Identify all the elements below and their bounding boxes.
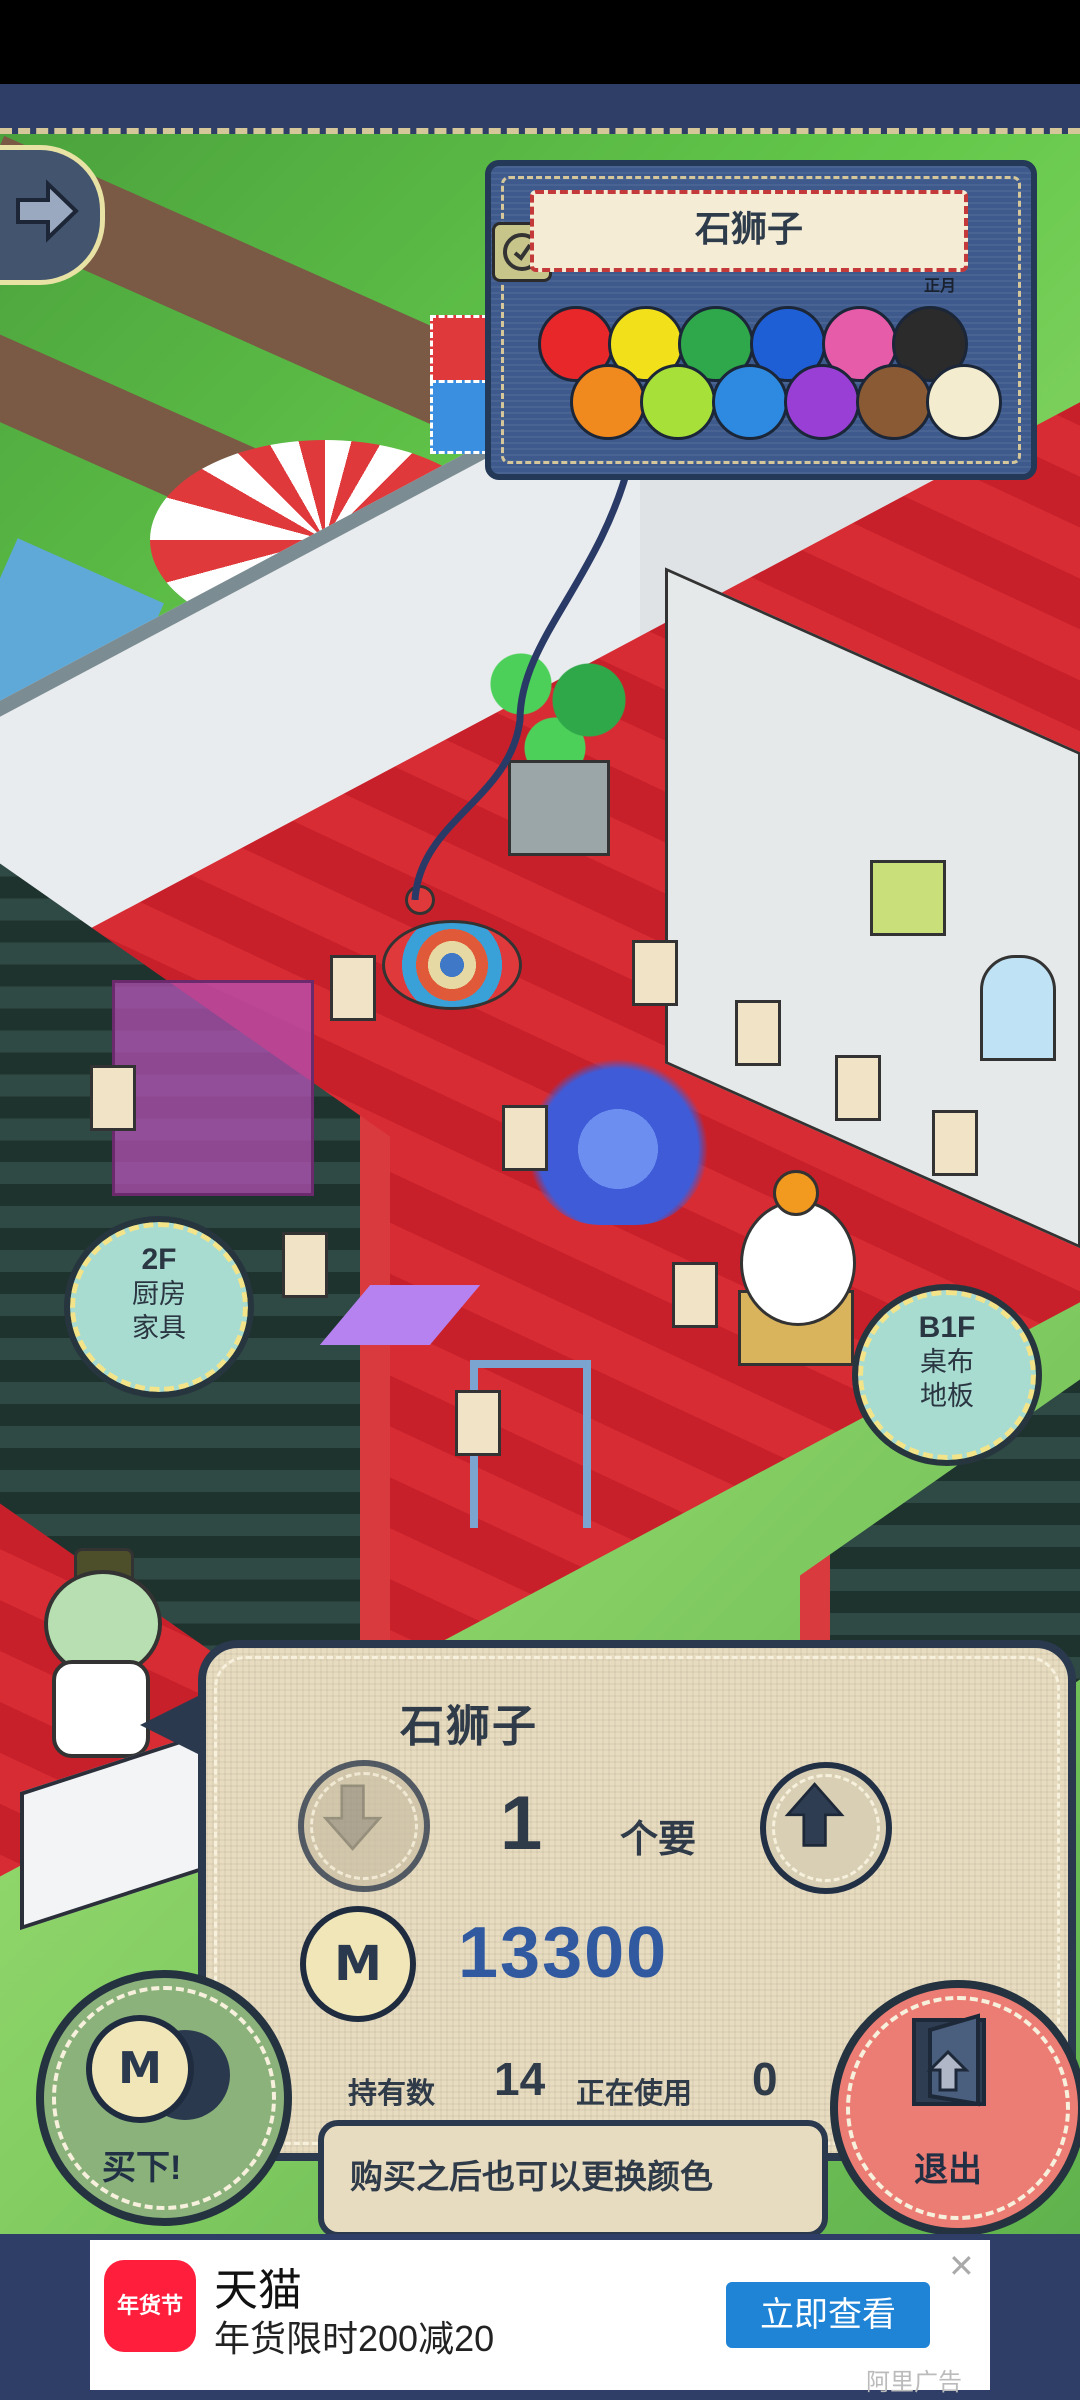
price-sign — [735, 1000, 781, 1066]
status-bar — [0, 0, 1080, 84]
ad-subtitle: 年货限时200减20 — [214, 2318, 495, 2359]
owned-count-value: 14 — [494, 2053, 546, 2105]
color-swatch[interactable] — [784, 364, 860, 440]
close-icon[interactable]: ✕ — [948, 2250, 976, 2282]
in-use-value: 0 — [752, 2053, 778, 2105]
hint-text: 购买之后也可以更换颜色 — [350, 2158, 713, 2195]
coin-symbol: M — [118, 2043, 162, 2094]
shopkeeper-body — [52, 1660, 150, 1758]
price-sign — [330, 955, 376, 1021]
color-swatch[interactable] — [640, 364, 716, 440]
ad-cta-button[interactable]: 立即查看 — [726, 2282, 930, 2348]
quantity-unit: 个要 — [620, 1819, 697, 1861]
picture-frame-item[interactable] — [870, 860, 946, 936]
coin-symbol: M — [334, 1936, 382, 1992]
floor-level: B1F — [918, 1311, 976, 1344]
color-tab-blue[interactable] — [430, 380, 488, 454]
in-use-label: 正在使用 — [576, 2078, 693, 2110]
arrow-up-icon — [784, 1782, 845, 1847]
blue-flame-item[interactable] — [528, 1035, 708, 1225]
floor-desc: 桌布 — [920, 1347, 974, 1377]
price-value: 13300 — [458, 1913, 669, 1993]
exit-button-label: 退出 — [914, 2151, 982, 2189]
arrow-down-icon — [322, 1784, 383, 1851]
item-facing-label: 正月 — [924, 276, 957, 295]
orange-topping — [773, 1170, 819, 1216]
floor-badge-b1f[interactable]: B1F 桌布 地板 — [852, 1284, 1042, 1466]
price-sign — [90, 1065, 136, 1131]
price-sign — [672, 1262, 718, 1328]
buy-button-label: 买下! — [102, 2149, 182, 2187]
floor-level: 2F — [141, 1243, 177, 1276]
coin-icon: M — [300, 1906, 416, 2022]
floor-desc: 家具 — [132, 1313, 186, 1343]
ad-title: 天猫 — [214, 2266, 302, 2315]
glass-case-item[interactable] — [112, 980, 314, 1196]
quantity-value: 1 — [500, 1781, 543, 1866]
kagami-mochi-item[interactable] — [740, 1200, 856, 1326]
item-name-ribbon: 石狮子 — [530, 190, 968, 272]
exit-door-icon — [912, 2013, 986, 2107]
price-sign — [502, 1105, 548, 1171]
dialog-item-title: 石狮子 — [400, 1702, 538, 1751]
color-swatch[interactable] — [712, 364, 788, 440]
top-star-border — [0, 84, 1080, 134]
price-sign — [455, 1390, 501, 1456]
quantity-increase-button[interactable] — [760, 1762, 892, 1894]
quantity-decrease-button[interactable] — [298, 1760, 430, 1892]
ad-source-label: 阿里广告 — [866, 2369, 962, 2396]
floor-desc: 厨房 — [132, 1279, 186, 1309]
color-tab-red[interactable] — [430, 315, 488, 389]
color-swatch[interactable] — [570, 364, 646, 440]
price-sign — [932, 1110, 978, 1176]
coin-icon: M — [86, 2015, 194, 2123]
price-sign — [632, 940, 678, 1006]
price-sign — [282, 1232, 328, 1298]
arrow-right-icon — [16, 179, 79, 243]
floor-desc: 地板 — [920, 1381, 974, 1411]
color-swatch[interactable] — [926, 364, 1002, 440]
owned-count-label: 持有数 — [348, 2078, 436, 2110]
price-sign — [835, 1055, 881, 1121]
tmall-logo: 年货节 — [104, 2260, 196, 2352]
floor-badge-2f[interactable]: 2F 厨房 家具 — [64, 1216, 254, 1398]
connector-string — [411, 460, 634, 900]
spinning-top-item[interactable] — [382, 920, 522, 1010]
color-swatch[interactable] — [856, 364, 932, 440]
window-item[interactable] — [980, 955, 1056, 1061]
